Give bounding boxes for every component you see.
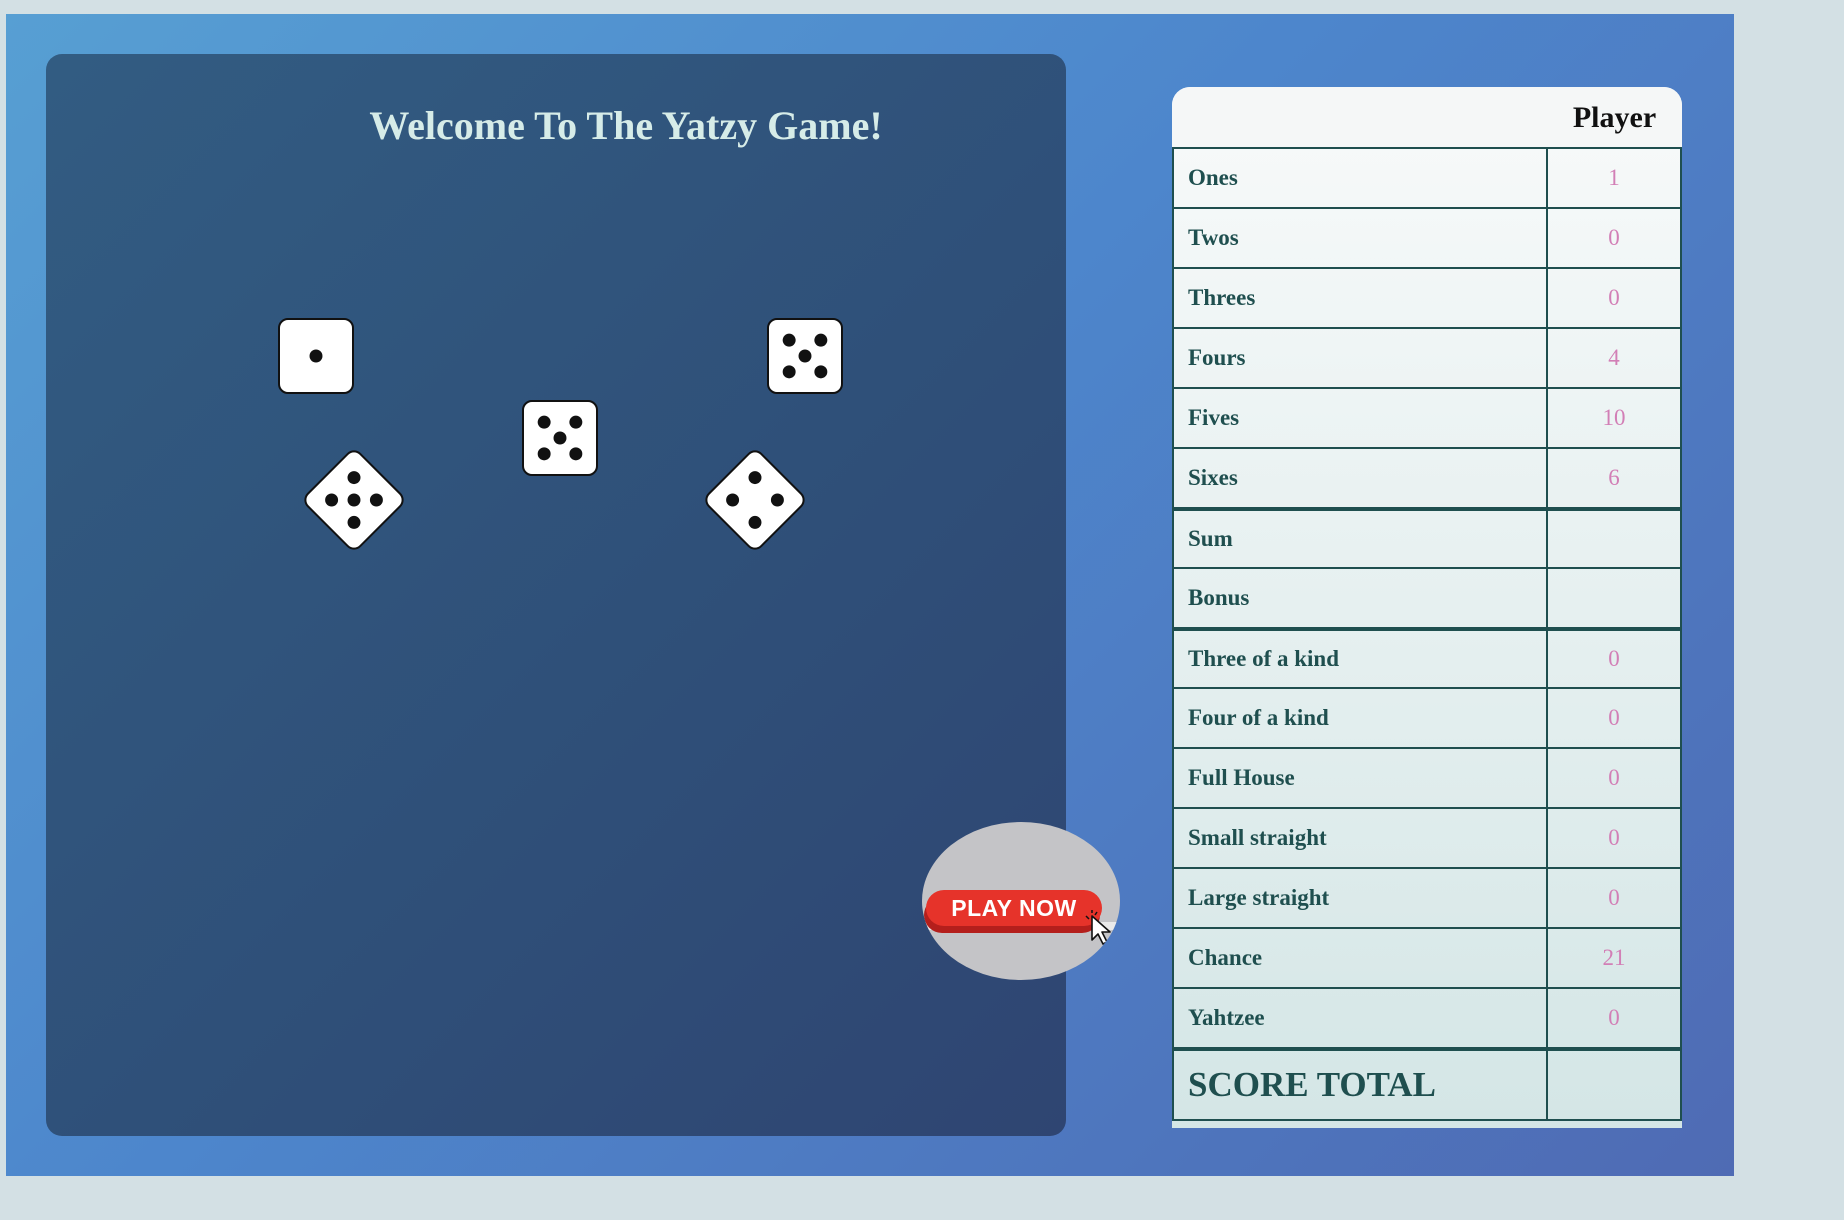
score-cell-sixes[interactable]: 6 (1546, 447, 1682, 509)
score-total-label: SCORE TOTAL (1172, 1047, 1547, 1121)
die-pip (782, 365, 796, 379)
die-face (325, 471, 383, 529)
die-pip (537, 415, 551, 429)
score-row-label: Sixes (1172, 447, 1547, 509)
score-total-value (1546, 1047, 1682, 1121)
score-row-bonus: Bonus (1172, 567, 1682, 629)
score-cell-four-of-a-kind[interactable]: 0 (1546, 687, 1682, 749)
score-row-label: Three of a kind (1172, 627, 1547, 689)
score-row-chance: Chance 21 (1172, 927, 1682, 989)
play-now-button[interactable]: PLAY NOW (922, 822, 1120, 980)
score-cell-full-house[interactable]: 0 (1546, 747, 1682, 809)
die-pip (309, 349, 323, 363)
score-row-label: Ones (1172, 147, 1547, 209)
score-cell-twos[interactable]: 0 (1546, 207, 1682, 269)
score-cell-threes[interactable]: 0 (1546, 267, 1682, 329)
score-row-label: Chance (1172, 927, 1547, 989)
app-background: Welcome To The Yatzy Game! PLAY NOW Play… (6, 14, 1734, 1176)
die-pip (369, 493, 383, 507)
die-four[interactable] (701, 446, 809, 554)
die-pip (537, 447, 551, 461)
die-pip (814, 365, 828, 379)
score-row-sum: Sum (1172, 507, 1682, 569)
game-board: Welcome To The Yatzy Game! PLAY NOW (46, 54, 1120, 1136)
score-row-four-of-a-kind: Four of a kind 0 (1172, 687, 1682, 749)
die-pip (798, 349, 812, 363)
die-pip (347, 493, 361, 507)
score-row-label: Yahtzee (1172, 987, 1547, 1049)
score-cell-ones[interactable]: 1 (1546, 147, 1682, 209)
scorecard-header: Player (1172, 87, 1682, 149)
die-pip (347, 515, 361, 529)
score-row-label: Large straight (1172, 867, 1547, 929)
die-five[interactable] (300, 446, 408, 554)
score-row-ones: Ones 1 (1172, 147, 1682, 209)
score-cell-fours[interactable]: 4 (1546, 327, 1682, 389)
die-pip (553, 431, 567, 445)
score-row-label: Full House (1172, 747, 1547, 809)
score-cell-three-of-a-kind[interactable]: 0 (1546, 627, 1682, 689)
score-cell-large-straight[interactable]: 0 (1546, 867, 1682, 929)
scorecard: Player Ones 1 Twos 0 Threes 0 Fours 4 Fives 10 Six… (1172, 87, 1682, 1128)
score-row-small-straight: Small straight 0 (1172, 807, 1682, 869)
player-column-header: Player (1572, 101, 1657, 134)
die-pip (748, 471, 762, 485)
die-five[interactable] (522, 400, 598, 476)
game-title: Welcome To The Yatzy Game! (369, 103, 883, 148)
die-pip (748, 515, 762, 529)
score-row-fives: Fives 10 (1172, 387, 1682, 449)
die-face (309, 349, 323, 363)
score-cell-chance[interactable]: 21 (1546, 927, 1682, 989)
score-row-yahtzee: Yahtzee 0 (1172, 987, 1682, 1049)
score-row-large-straight: Large straight 0 (1172, 867, 1682, 929)
die-pip (782, 333, 796, 347)
die-pip (325, 493, 339, 507)
score-row-twos: Twos 0 (1172, 207, 1682, 269)
die-pip (569, 415, 583, 429)
score-cell-small-straight[interactable]: 0 (1546, 807, 1682, 869)
score-row-label: Sum (1172, 507, 1547, 569)
die-five[interactable] (767, 318, 843, 394)
play-now-label[interactable]: PLAY NOW (926, 890, 1102, 926)
pointer-cursor-icon (1085, 910, 1111, 945)
score-row-label: Small straight (1172, 807, 1547, 869)
die-one[interactable] (278, 318, 354, 394)
score-cell-yahtzee[interactable]: 0 (1546, 987, 1682, 1049)
score-cell-fives[interactable]: 10 (1546, 387, 1682, 449)
score-row-label: Fours (1172, 327, 1547, 389)
score-row-label: Twos (1172, 207, 1547, 269)
score-row-label: Fives (1172, 387, 1547, 449)
score-cell-sum[interactable] (1546, 507, 1682, 569)
die-pip (569, 447, 583, 461)
die-pip (814, 333, 828, 347)
score-row-sixes: Sixes 6 (1172, 447, 1682, 509)
score-row-full-house: Full House 0 (1172, 747, 1682, 809)
die-face (782, 333, 828, 379)
score-row-threes: Threes 0 (1172, 267, 1682, 329)
score-total-row: SCORE TOTAL (1172, 1047, 1682, 1121)
score-row-label: Bonus (1172, 567, 1547, 629)
die-face (537, 415, 583, 461)
score-row-label: Threes (1172, 267, 1547, 329)
die-pip (726, 493, 740, 507)
score-row-three-of-a-kind: Three of a kind 0 (1172, 627, 1682, 689)
die-face (726, 471, 784, 529)
score-row-fours: Fours 4 (1172, 327, 1682, 389)
score-cell-bonus[interactable] (1546, 567, 1682, 629)
die-pip (347, 471, 361, 485)
die-pip (770, 493, 784, 507)
score-row-label: Four of a kind (1172, 687, 1547, 749)
